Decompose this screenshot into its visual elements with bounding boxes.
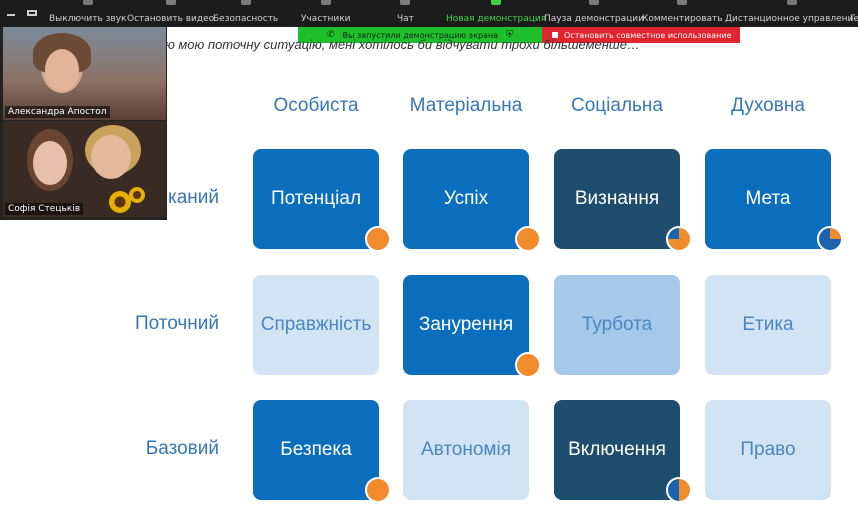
- new-share-button[interactable]: Новая демонстрация: [446, 0, 546, 27]
- column-header-material: Матеріальна: [409, 95, 523, 116]
- participant-face: [91, 135, 131, 179]
- card-potential: Потенціал: [253, 149, 391, 252]
- card-goal: Мета: [705, 149, 843, 252]
- column-header-personal: Особиста: [273, 95, 359, 116]
- column-header-spiritual: Духовна: [731, 95, 805, 116]
- slide-subtitle: ю мою поточну ситуацію, мені хотілось би…: [165, 37, 640, 52]
- progress-badge: [365, 226, 391, 252]
- progress-badge: [817, 226, 843, 252]
- progress-badge: [666, 477, 692, 503]
- sunflower-icon: [129, 187, 145, 203]
- card-immersion: Занурення: [403, 275, 541, 378]
- progress-badge: [666, 226, 692, 252]
- progress-badge: [515, 352, 541, 378]
- card-recognition: Визнання: [554, 149, 692, 252]
- meeting-toolbar: Выключить звук Остановить видео Безопасн…: [0, 0, 858, 27]
- pen-icon: [677, 0, 688, 5]
- progress-badge: [365, 477, 391, 503]
- participant-name-tag: Александра Апостол: [5, 106, 110, 118]
- card-inclusion: Включення: [554, 400, 692, 503]
- remote-control-icon: [786, 0, 797, 5]
- participant-name-tag: Софія Стецьків: [5, 203, 83, 215]
- minimize-icon[interactable]: [7, 14, 15, 16]
- row-header-current: Поточний: [134, 313, 219, 334]
- card-right: Право: [705, 400, 831, 500]
- security-button[interactable]: Безопасность: [213, 0, 278, 27]
- card-success: Успіх: [403, 149, 541, 252]
- participant-face: [33, 141, 67, 185]
- participants-icon: [320, 0, 331, 5]
- video-tile-participant-1[interactable]: Александра Апостол: [3, 27, 166, 120]
- microphone-icon: [82, 0, 93, 5]
- shield-icon: [240, 0, 251, 5]
- card-care: Турбота: [554, 275, 680, 375]
- chat-button[interactable]: Чат: [397, 0, 414, 27]
- pause-icon: [588, 0, 599, 5]
- card-safety: Безпека: [253, 400, 391, 503]
- mute-button[interactable]: Выключить звук: [49, 0, 126, 27]
- share-screen-icon: [491, 0, 502, 5]
- sunflower-icon: [109, 191, 131, 213]
- window-icon[interactable]: [27, 10, 37, 16]
- progress-badge: [515, 226, 541, 252]
- video-tile-participant-2[interactable]: Софія Стецьків: [3, 121, 166, 217]
- pause-share-button[interactable]: Пауза демонстрации: [544, 0, 644, 27]
- video-icon: [165, 0, 176, 5]
- column-header-social: Соціальна: [570, 95, 663, 116]
- remote-control-button[interactable]: Дистанционное управление: [725, 0, 858, 27]
- annotate-button[interactable]: Комментировать: [642, 0, 723, 27]
- more-button[interactable]: Г: [850, 0, 856, 27]
- card-ethics: Етика: [705, 275, 831, 375]
- chat-icon: [400, 0, 411, 5]
- card-autonomy: Автономія: [403, 400, 529, 500]
- stop-video-button[interactable]: Остановить видео: [127, 0, 214, 27]
- row-header-basic: Базовий: [145, 438, 219, 459]
- card-authenticity: Справжність: [253, 275, 379, 375]
- participant-face-front: [45, 49, 79, 91]
- participants-button[interactable]: Участники: [301, 0, 351, 27]
